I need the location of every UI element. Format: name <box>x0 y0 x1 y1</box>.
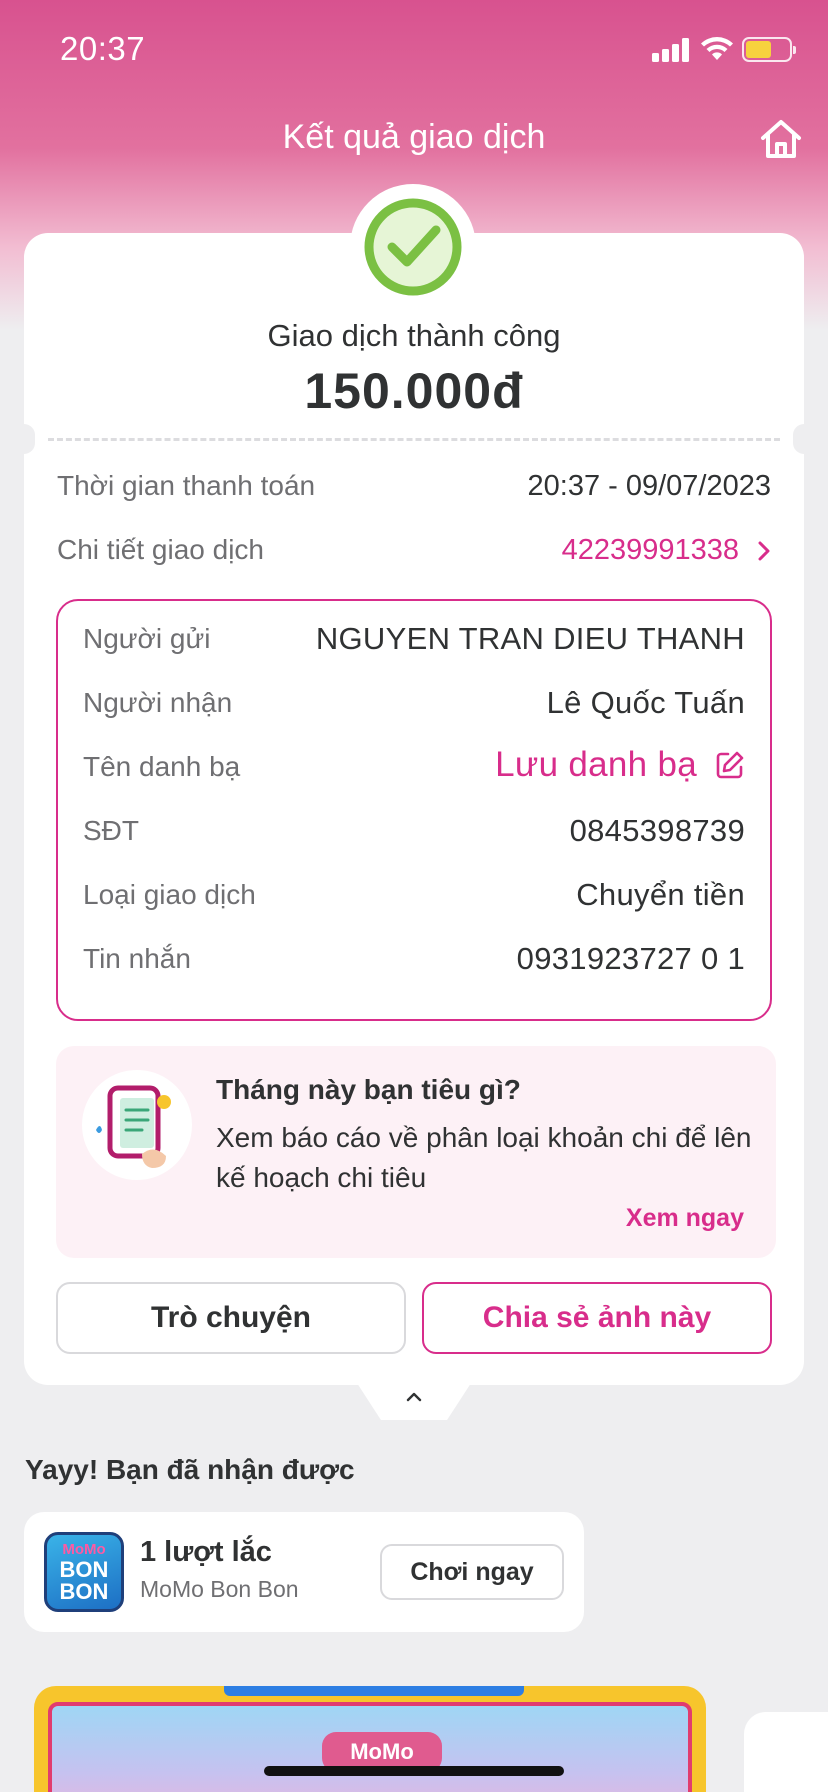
sender-label: Người gửi <box>83 623 211 654</box>
reward-card: MoMo BON BON 1 lượt lắc MoMo Bon Bon Chơ… <box>24 1512 584 1632</box>
wifi-icon <box>701 37 733 60</box>
collapse-toggle[interactable] <box>355 1380 473 1420</box>
banner-artwork: MoMo <box>48 1702 692 1792</box>
transaction-details-box: Người gửi NGUYEN TRAN DIEU THANH Người n… <box>56 599 772 1021</box>
message-label: Tin nhắn <box>83 943 191 974</box>
success-check-icon <box>364 198 462 296</box>
promo-title: Tháng này bạn tiêu gì? <box>216 1074 521 1105</box>
spending-report-icon <box>82 1070 192 1180</box>
logo-text-top: MoMo <box>62 1541 106 1558</box>
page-title: Kết quả giao dịch <box>282 118 546 156</box>
chat-button[interactable]: Trò chuyện <box>56 1282 406 1354</box>
transaction-type-label: Loại giao dịch <box>83 879 256 910</box>
phone-label: SĐT <box>83 815 139 846</box>
save-contact-label: Lưu danh bạ <box>495 745 697 784</box>
cellular-signal-icon <box>652 38 692 62</box>
view-now-link[interactable]: Xem ngay <box>626 1204 744 1233</box>
momo-bon-bon-logo: MoMo BON BON <box>44 1532 124 1612</box>
edit-icon <box>716 751 744 779</box>
reward-heading: Yayy! Bạn đã nhận được <box>25 1454 355 1485</box>
reward-title: 1 lượt lắc <box>140 1536 272 1568</box>
ticket-notch-left <box>13 424 35 454</box>
transaction-type-value: Chuyển tiền <box>576 877 745 912</box>
receiver-label: Người nhận <box>83 687 233 718</box>
banner-top-bar <box>224 1686 524 1696</box>
battery-icon <box>742 37 796 62</box>
ticket-divider <box>48 438 780 441</box>
home-indicator[interactable] <box>264 1766 564 1776</box>
home-icon[interactable] <box>758 116 804 162</box>
success-badge <box>350 184 476 310</box>
next-banner-peek[interactable] <box>744 1712 828 1792</box>
game-banner[interactable]: MoMo <box>34 1686 706 1792</box>
promo-description: Xem báo cáo về phân loại khoản chi để lê… <box>216 1122 752 1193</box>
transaction-id: 42239991338 <box>561 534 739 566</box>
phone-value: 0845398739 <box>569 813 745 848</box>
message-value: 0931923727 0 1 <box>516 941 745 976</box>
ticket-notch-right <box>793 424 815 454</box>
reward-subtitle: MoMo Bon Bon <box>140 1576 299 1602</box>
chevron-right-icon <box>758 541 770 560</box>
spending-report-promo[interactable]: Tháng này bạn tiêu gì? Xem báo cáo về ph… <box>56 1046 776 1258</box>
payment-time-label: Thời gian thanh toán <box>57 470 316 501</box>
receiver-value: Lê Quốc Tuấn <box>546 685 745 720</box>
share-image-button[interactable]: Chia sẻ ảnh này <box>422 1282 772 1354</box>
logo-text-main: BON BON <box>59 1557 109 1604</box>
status-time: 20:37 <box>60 30 146 67</box>
transaction-id-link[interactable]: 42239991338 <box>562 534 771 567</box>
save-contact-button[interactable]: Lưu danh bạ <box>495 745 745 785</box>
chevron-up-icon <box>406 1392 422 1402</box>
transaction-status: Giao dịch thành công <box>267 318 561 353</box>
status-bar: 20:37 <box>0 0 828 100</box>
play-now-button[interactable]: Chơi ngay <box>380 1544 564 1600</box>
payment-time-value: 20:37 - 09/07/2023 <box>527 470 771 502</box>
contact-name-label: Tên danh bạ <box>83 751 241 782</box>
transaction-amount: 150.000đ <box>304 363 524 419</box>
transaction-detail-label: Chi tiết giao dịch <box>57 534 265 565</box>
sender-value: NGUYEN TRAN DIEU THANH <box>315 621 745 656</box>
